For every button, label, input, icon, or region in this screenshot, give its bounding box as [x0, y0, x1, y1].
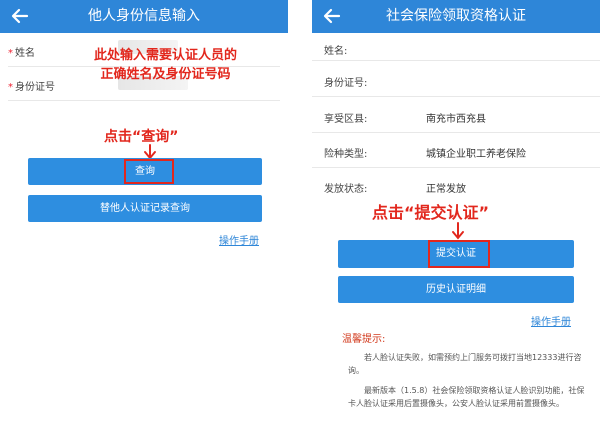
tips-paragraph-2: 最新版本（1.5.8）社会保险领取资格认证人脸识别功能，社保卡人脸认证采用后置摄…: [348, 386, 585, 408]
history-query-button[interactable]: 替他人认证记录查询: [28, 195, 262, 222]
required-asterisk: *: [8, 48, 13, 59]
history-details-button[interactable]: 历史认证明细: [338, 276, 574, 303]
annotation-click-query: 点击“查询”: [104, 129, 179, 145]
left-screen: 他人身份信息输入 * 姓名 * 身份证号 此处输入需要认证人员的 正确姓名及身份证号…: [0, 0, 288, 443]
page-title: 他人身份信息输入: [88, 8, 200, 24]
manual-link[interactable]: 操作手册: [219, 232, 259, 247]
tips-paragraph-1: 若人脸认证失败，如需预约上门服务可拨打当地12333进行咨询。: [348, 353, 582, 375]
manual-link[interactable]: 操作手册: [531, 313, 571, 328]
payment-status-row-value: 正常发放: [426, 184, 466, 195]
required-asterisk: *: [8, 82, 13, 93]
query-highlight-box: [124, 159, 174, 184]
tips-title: 温馨提示:: [342, 334, 386, 345]
divider: [312, 60, 600, 61]
name-row-label: 姓名:: [324, 46, 348, 57]
annotation-click-submit: 点击“提交认证”: [372, 203, 490, 222]
divider: [312, 132, 600, 133]
submit-highlight-box: [428, 240, 490, 268]
district-row-value: 南充市西充县: [426, 114, 486, 125]
district-row-label: 享受区县:: [324, 114, 368, 125]
down-arrow-icon: [452, 222, 464, 240]
left-app-bar: 他人身份信息输入: [0, 0, 288, 33]
id-row-label: 身份证号:: [324, 78, 368, 89]
page-title: 社会保险领取资格认证: [386, 8, 526, 24]
divider: [8, 100, 280, 101]
payment-status-row-label: 发放状态:: [324, 184, 368, 195]
divider: [312, 96, 600, 97]
right-screen: 社会保险领取资格认证 姓名: 身份证号: 享受区县: 南充市西充县 险种类型: …: [312, 0, 600, 443]
annotation-fill-info: 此处输入需要认证人员的 正确姓名及身份证号码: [94, 48, 238, 82]
divider: [312, 167, 600, 168]
right-app-bar: 社会保险领取资格认证: [312, 0, 600, 33]
insurance-type-row-label: 险种类型:: [324, 149, 368, 160]
insurance-type-row-value: 城镇企业职工养老保险: [426, 149, 526, 160]
id-number-field-label: * 身份证号: [8, 82, 55, 93]
name-field-label: * 姓名: [8, 48, 35, 59]
